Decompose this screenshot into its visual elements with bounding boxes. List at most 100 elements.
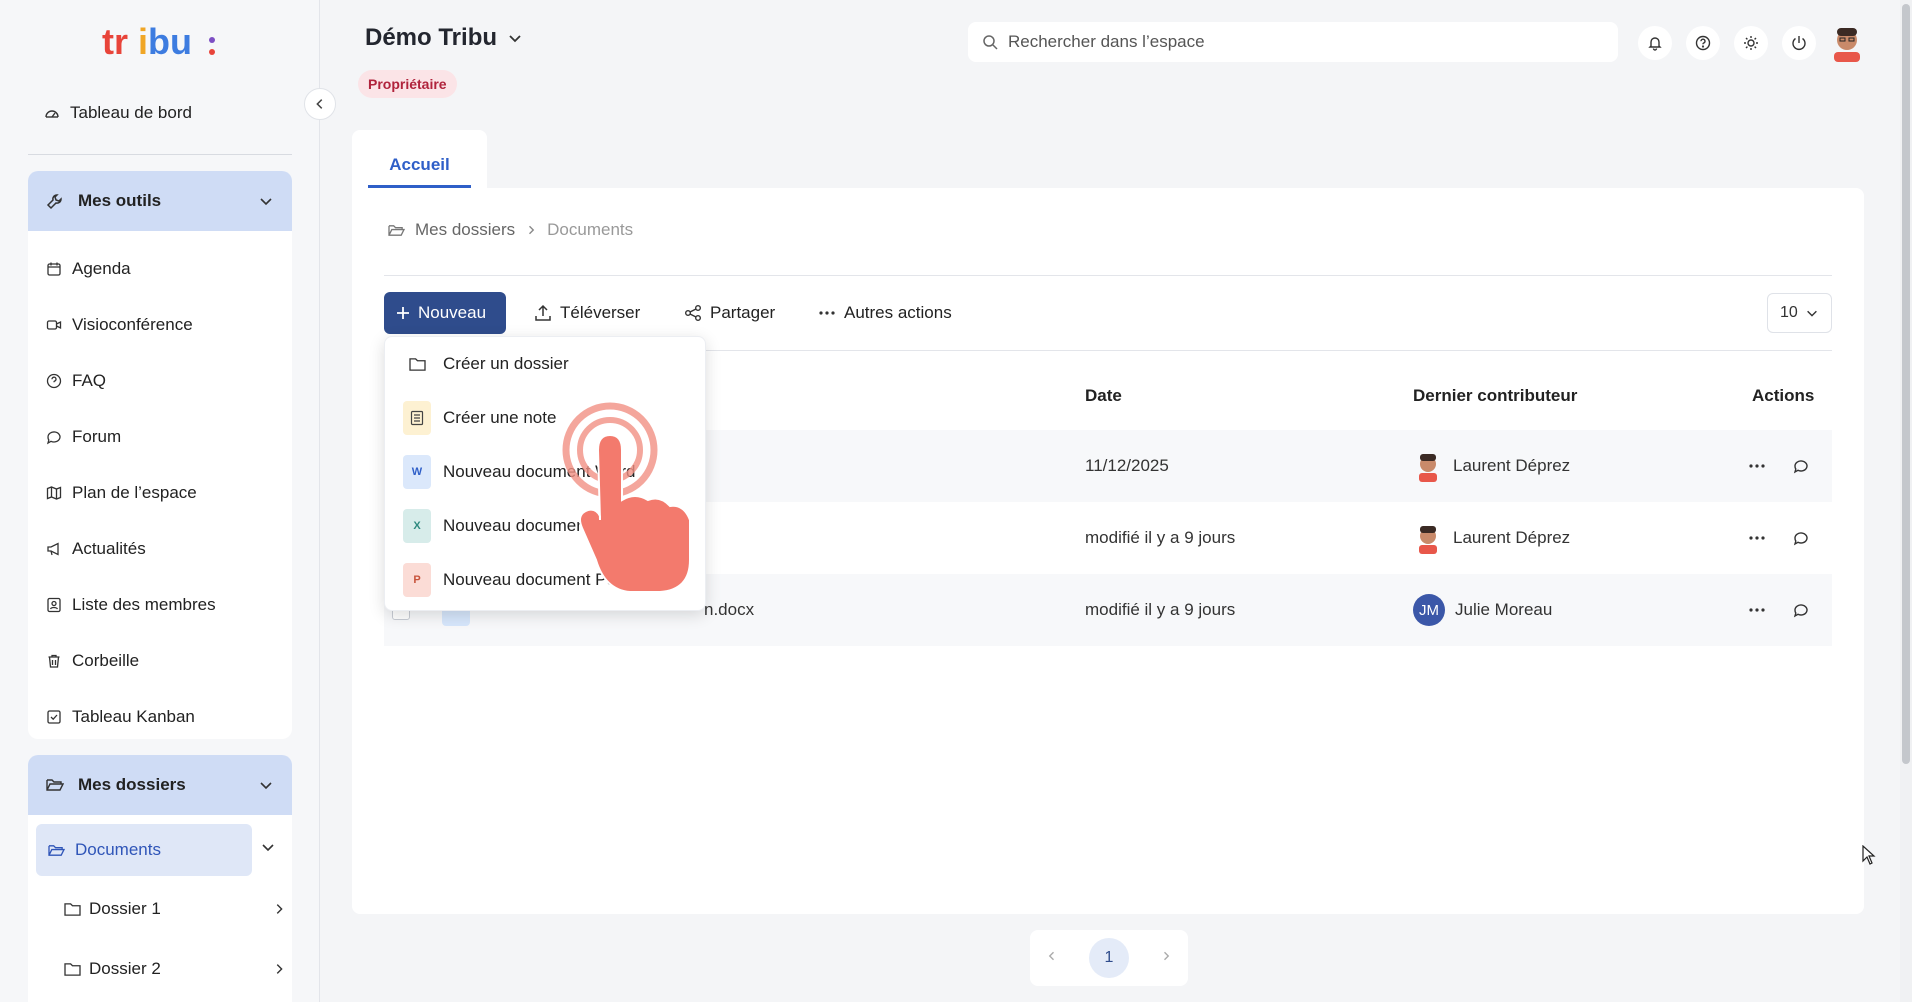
tools-section-header[interactable]: Mes outils bbox=[28, 171, 292, 231]
menu-item-nouveau-document-word[interactable]: W Nouveau document Word bbox=[385, 445, 707, 499]
space-selector[interactable]: Démo Tribu bbox=[365, 24, 523, 52]
next-page-button[interactable] bbox=[1160, 949, 1172, 967]
sidebar-item-dashboard[interactable]: Tableau de bord bbox=[28, 98, 292, 128]
previous-page-button[interactable] bbox=[1046, 949, 1058, 967]
menu-item-label: Nouveau document PowerPoint bbox=[443, 570, 683, 589]
megaphone-icon bbox=[47, 542, 59, 556]
page-number-button[interactable]: 1 bbox=[1088, 938, 1129, 978]
share-button-label: Partager bbox=[710, 303, 776, 322]
sidebar-item-label: Agenda bbox=[72, 259, 131, 278]
notifications-button[interactable] bbox=[1638, 26, 1672, 60]
breadcrumb: Mes dossiers Documents bbox=[388, 220, 633, 240]
tools-card: Mes outils Agenda Visioconférence FAQ Forum… bbox=[28, 171, 292, 739]
row-more-actions-button[interactable] bbox=[1744, 598, 1770, 622]
chevron-left-icon bbox=[1048, 951, 1054, 961]
menu-item-cr-er-un-dossier[interactable]: Créer un dossier bbox=[385, 337, 707, 391]
folder-icon bbox=[403, 347, 431, 381]
scrollbar-thumb[interactable] bbox=[1902, 4, 1910, 764]
contributor-name: Laurent Déprez bbox=[1453, 528, 1571, 547]
sidebar-item-tableau-kanban[interactable]: Tableau Kanban bbox=[28, 689, 292, 745]
sidebar-item-label: Actualités bbox=[72, 539, 146, 558]
chevron-down-icon[interactable] bbox=[260, 839, 276, 855]
theme-toggle-button[interactable] bbox=[1734, 26, 1768, 60]
column-header-contributor[interactable]: Dernier contributeur bbox=[1413, 386, 1577, 406]
sidebar-item-liste-des-membres[interactable]: Liste des membres bbox=[28, 577, 292, 633]
sidebar-item-label: Plan de l’espace bbox=[72, 483, 197, 502]
folder-label: Dossier 1 bbox=[89, 899, 161, 918]
chat-bubble-icon bbox=[46, 431, 61, 445]
per-page-select[interactable]: 10 bbox=[1767, 293, 1832, 333]
ellipsis-icon bbox=[1749, 536, 1765, 540]
mouse-cursor-icon bbox=[1862, 845, 1876, 865]
comment-icon bbox=[1793, 604, 1808, 618]
user-avatar[interactable] bbox=[1826, 20, 1868, 62]
chevron-down-icon bbox=[509, 35, 521, 43]
menu-item-nouveau-document-powerpoint[interactable]: P Nouveau document PowerPoint bbox=[385, 553, 707, 607]
sidebar-item-label: Tableau Kanban bbox=[72, 707, 195, 726]
plus-icon bbox=[397, 307, 409, 319]
tab-accueil[interactable]: Accueil bbox=[368, 144, 471, 188]
sidebar-item-label: Forum bbox=[72, 427, 122, 446]
row-comment-button[interactable] bbox=[1788, 454, 1814, 478]
row-comment-button[interactable] bbox=[1788, 598, 1814, 622]
sidebar-item-agenda[interactable]: Agenda bbox=[28, 241, 292, 297]
menu-item-label: Créer un dossier bbox=[443, 354, 569, 373]
trash-icon bbox=[48, 654, 60, 668]
video-icon bbox=[46, 320, 62, 330]
avatar bbox=[1419, 454, 1437, 482]
sidebar-item-label: FAQ bbox=[72, 371, 107, 390]
more-actions-button[interactable]: Autres actions bbox=[818, 292, 952, 334]
logout-button[interactable] bbox=[1782, 26, 1816, 60]
row-more-actions-button[interactable] bbox=[1744, 454, 1770, 478]
menu-item-label: Nouveau document Word bbox=[443, 462, 636, 481]
help-circle-icon bbox=[46, 373, 62, 389]
upload-button[interactable]: Téléverser bbox=[534, 292, 640, 334]
sidebar-item-faq[interactable]: FAQ bbox=[28, 353, 292, 409]
new-button-label: Nouveau bbox=[418, 303, 487, 322]
comment-icon bbox=[1793, 532, 1808, 546]
contributor-cell: Laurent Déprez bbox=[1413, 502, 1570, 574]
menu-item-cr-er-une-note[interactable]: Créer une note bbox=[385, 391, 707, 445]
file-date: modifié il y a 9 jours bbox=[1085, 528, 1236, 547]
help-button[interactable] bbox=[1686, 26, 1720, 60]
sidebar-item-label: Visioconférence bbox=[72, 315, 193, 334]
menu-item-nouveau-document-excel[interactable]: X Nouveau document Excel bbox=[385, 499, 707, 553]
upload-icon bbox=[535, 304, 551, 321]
chevron-down-icon bbox=[1807, 310, 1817, 317]
sidebar-item-actualit-s[interactable]: Actualités bbox=[28, 521, 292, 577]
folder-documents[interactable]: Documents bbox=[36, 824, 252, 876]
tribu-logo: tr i bu bbox=[102, 21, 215, 62]
sidebar-item-forum[interactable]: Forum bbox=[28, 409, 292, 465]
new-button[interactable]: Nouveau bbox=[384, 292, 506, 334]
contributor-name: Julie Moreau bbox=[1455, 600, 1553, 619]
search-bar[interactable] bbox=[968, 22, 1618, 62]
row-more-actions-button[interactable] bbox=[1744, 526, 1770, 550]
sidebar-item-plan-de-l-espace[interactable]: Plan de l’espace bbox=[28, 465, 292, 521]
vertical-scrollbar[interactable] bbox=[1900, 0, 1912, 1002]
sidebar-item-corbeille[interactable]: Corbeille bbox=[28, 633, 292, 689]
breadcrumb-item-mes-dossiers[interactable]: Mes dossiers bbox=[415, 220, 515, 240]
share-button[interactable]: Partager bbox=[684, 292, 775, 334]
excel-doc-icon: X bbox=[403, 509, 431, 543]
role-badge: Propriétaire bbox=[358, 70, 457, 98]
file-name[interactable]: n.docx bbox=[704, 574, 754, 646]
chevron-right-icon bbox=[276, 964, 283, 974]
folder-dossier-2[interactable]: Dossier 2 bbox=[64, 951, 288, 987]
chevron-left-icon bbox=[316, 99, 323, 109]
folder-dossier-1[interactable]: Dossier 1 bbox=[64, 891, 288, 927]
row-comment-button[interactable] bbox=[1788, 526, 1814, 550]
search-input[interactable] bbox=[1008, 32, 1588, 52]
ellipsis-icon bbox=[819, 311, 835, 315]
folder-icon bbox=[64, 902, 81, 916]
folders-section-header[interactable]: Mes dossiers bbox=[28, 755, 292, 815]
column-header-date[interactable]: Date bbox=[1085, 386, 1122, 406]
sidebar-item-visioconf-rence[interactable]: Visioconférence bbox=[28, 297, 292, 353]
chevron-right-icon bbox=[1164, 951, 1170, 961]
sidebar: tr i bu Tableau de bord Mes outils Agend… bbox=[0, 0, 320, 1002]
menu-item-label: Créer une note bbox=[443, 408, 557, 427]
pagination: 1 bbox=[1030, 930, 1188, 986]
per-page-value: 10 bbox=[1780, 304, 1798, 321]
column-header-actions: Actions bbox=[1752, 386, 1815, 405]
sidebar-item-label: Tableau de bord bbox=[70, 103, 192, 122]
sidebar-collapse-button[interactable] bbox=[304, 88, 336, 120]
